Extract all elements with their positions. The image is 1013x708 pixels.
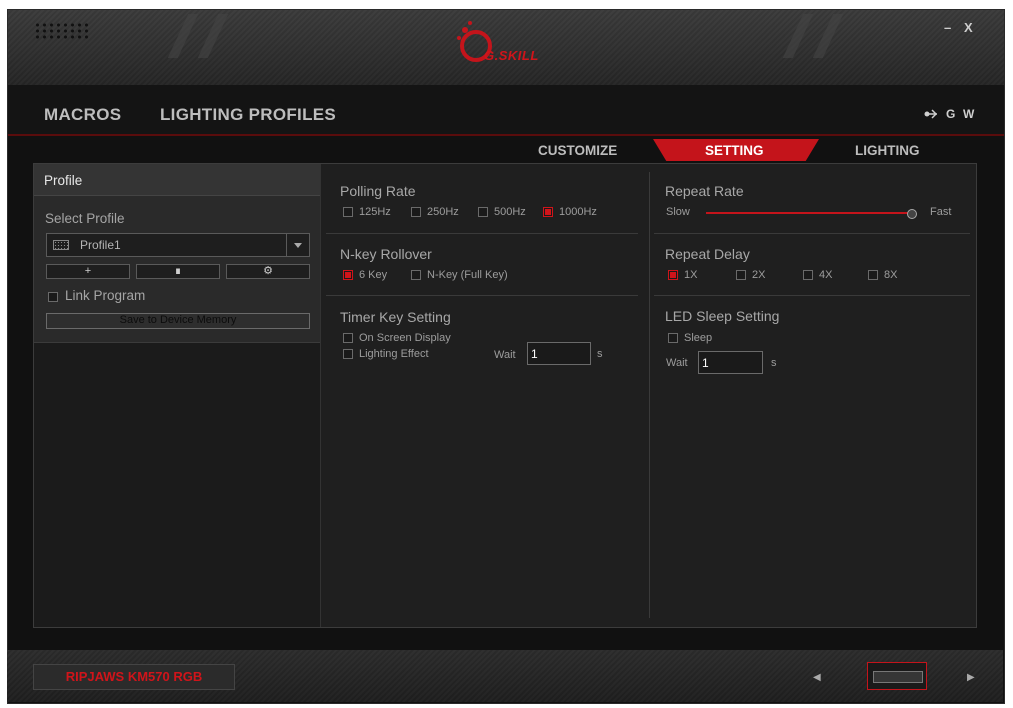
led-sleep-title: LED Sleep Setting [665,308,780,324]
w-button[interactable]: W [963,107,974,121]
timer-key-title: Timer Key Setting [340,309,451,325]
repeat-rate-title: Repeat Rate [665,183,744,199]
speaker-grill-decoration [34,22,90,40]
link-program-label: Link Program [65,288,146,303]
chevron-down-icon[interactable] [286,234,309,256]
keyboard-device-thumbnail[interactable] [867,662,927,690]
select-profile-label: Select Profile [45,211,125,226]
profile-controls: Profile Select Profile Profile1 + ∎ ⚙ Li… [34,164,320,343]
tab-customize[interactable]: CUSTOMIZE [538,143,617,158]
n-key-rollover-title: N-key Rollover [340,246,432,262]
repeat-delay-1x-label: 1X [684,269,698,281]
title-bar[interactable]: G.SKILL – X [8,10,1004,85]
led-wait-label: Wait [666,357,688,369]
polling-1000-checkbox[interactable] [543,207,553,217]
content-panel: Profile Select Profile Profile1 + ∎ ⚙ Li… [33,163,977,628]
repeat-delay-4x-label: 4X [819,269,833,281]
repeat-delay-title: Repeat Delay [665,246,750,262]
footer-bar: RIPJAWS KM570 RGB ◀ ▶ [7,650,1003,702]
repeat-delay-8x-label: 8X [884,269,898,281]
polling-500-label: 500Hz [494,206,526,218]
profile-select-value: Profile1 [80,238,121,252]
save-to-device-button[interactable]: Save to Device Memory [46,313,310,329]
profile-header: Profile [34,164,320,196]
polling-250-checkbox[interactable] [411,207,421,217]
divider [654,233,970,234]
rollover-6key-label: 6 Key [359,269,388,281]
on-screen-display-label: On Screen Display [359,332,451,344]
link-icon[interactable] [924,109,938,119]
column-divider [649,172,650,618]
polling-125-checkbox[interactable] [343,207,353,217]
decor-stripe [782,14,814,58]
repeat-rate-slow-label: Slow [666,206,690,218]
repeat-rate-slider-track[interactable] [706,212,914,214]
profile-header-label: Profile [44,173,83,188]
decor-stripe [197,14,229,58]
repeat-delay-4x-checkbox[interactable] [803,270,813,280]
divider [654,295,970,296]
sleep-checkbox[interactable] [668,333,678,343]
decor-stripe [167,14,199,58]
lighting-effect-label: Lighting Effect [359,348,429,360]
divider [326,295,638,296]
polling-1000-label: 1000Hz [559,206,597,218]
keyboard-icon [53,240,69,250]
next-device-button[interactable]: ▶ [967,672,975,683]
divider [326,233,638,234]
profile-panel: Profile Select Profile Profile1 + ∎ ⚙ Li… [34,164,321,627]
timer-unit-label: s [597,348,603,360]
g-button[interactable]: G [946,107,955,121]
rollover-nkey-label: N-Key (Full Key) [427,269,508,281]
gskill-logo-icon [457,21,492,62]
led-unit-label: s [771,357,777,369]
repeat-delay-1x-checkbox[interactable] [668,270,678,280]
timer-wait-input[interactable] [527,342,591,365]
on-screen-display-checkbox[interactable] [343,333,353,343]
rollover-6key-checkbox[interactable] [343,270,353,280]
close-button[interactable]: X [964,20,973,35]
polling-125-label: 125Hz [359,206,391,218]
repeat-delay-8x-checkbox[interactable] [868,270,878,280]
lighting-effect-checkbox[interactable] [343,349,353,359]
device-model-label: RIPJAWS KM570 RGB [33,664,235,690]
decor-stripe [812,14,844,58]
sleep-label: Sleep [684,332,713,344]
keyboard-icon [873,671,923,683]
delete-profile-button[interactable]: ∎ [136,264,220,279]
profile-select[interactable]: Profile1 [46,233,310,257]
repeat-rate-slider-knob[interactable] [907,209,917,219]
nav-macros[interactable]: MACROS [44,105,121,125]
profile-settings-button[interactable]: ⚙ [226,264,310,279]
polling-500-checkbox[interactable] [478,207,488,217]
tab-setting[interactable]: SETTING [705,143,764,158]
nav-lighting-profiles[interactable]: LIGHTING PROFILES [160,105,336,125]
prev-device-button[interactable]: ◀ [813,672,821,683]
link-program-checkbox[interactable] [48,292,58,302]
repeat-rate-fast-label: Fast [930,206,952,218]
polling-rate-title: Polling Rate [340,183,416,199]
brand-text: G.SKILL [484,48,539,63]
led-wait-input[interactable] [698,351,763,374]
repeat-delay-2x-label: 2X [752,269,766,281]
repeat-delay-2x-checkbox[interactable] [736,270,746,280]
tab-lighting[interactable]: LIGHTING [855,143,920,158]
polling-250-label: 250Hz [427,206,459,218]
main-nav: MACROS LIGHTING PROFILES G W [8,85,1004,136]
add-profile-button[interactable]: + [46,264,130,279]
timer-wait-label: Wait [494,349,516,361]
minimize-button[interactable]: – [944,20,951,35]
rollover-nkey-checkbox[interactable] [411,270,421,280]
